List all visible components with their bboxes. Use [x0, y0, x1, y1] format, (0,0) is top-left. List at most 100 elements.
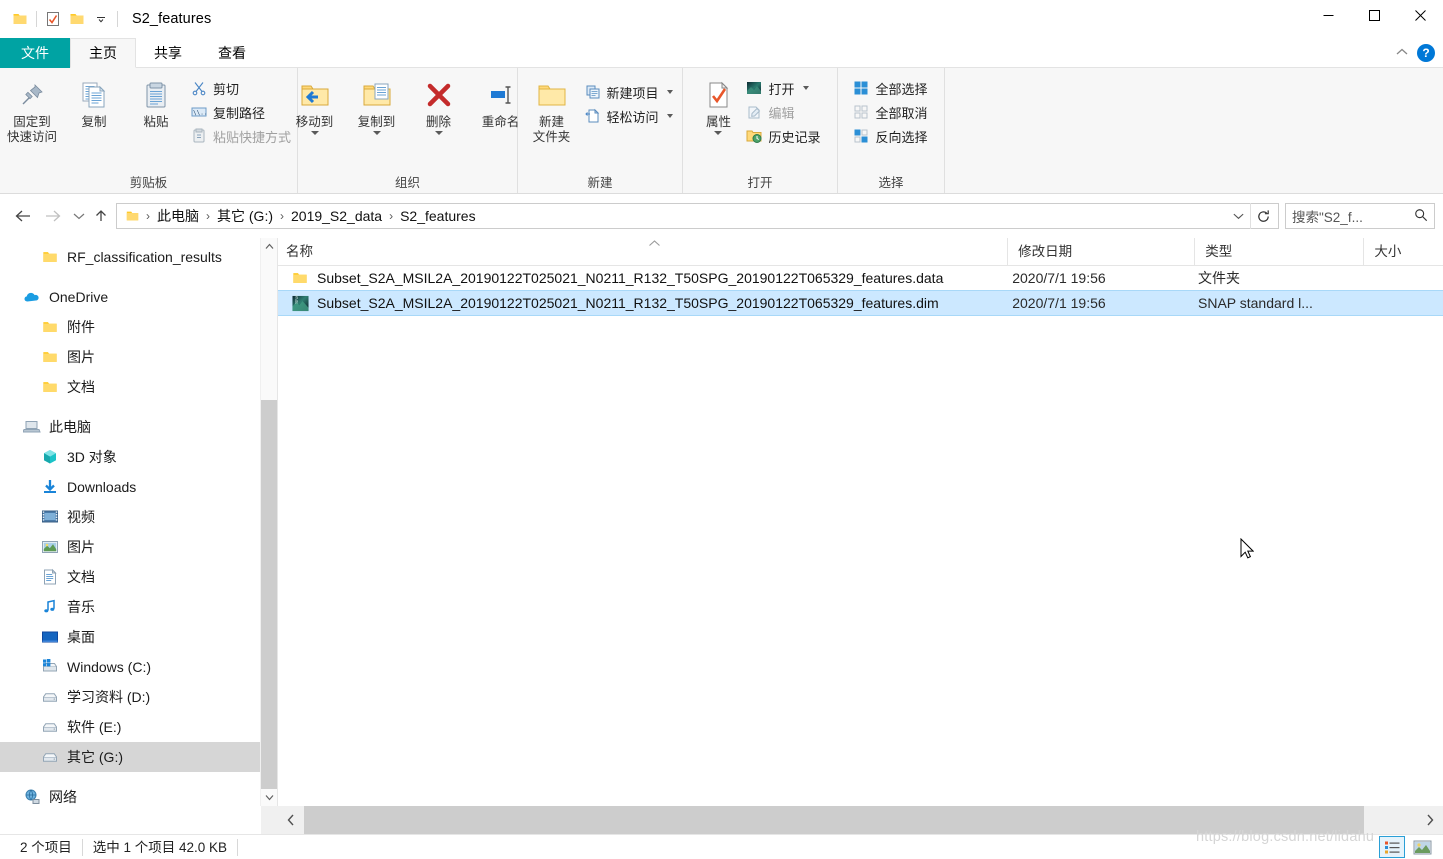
sidebar-item-[interactable]: 视频 [0, 502, 277, 532]
breadcrumb-item-this-pc[interactable]: 此电脑 [152, 205, 204, 227]
new-item-caret-icon[interactable] [666, 90, 673, 94]
file-name-cell[interactable]: Subset_S2A_MSIL2A_20190122T025021_N0211_… [278, 266, 1010, 290]
column-header-name[interactable]: 名称 [278, 238, 1007, 266]
delete-caret-icon[interactable] [434, 131, 443, 135]
copy-to-button[interactable]: 复制到 [346, 74, 408, 139]
scrollbar-corner [261, 806, 278, 834]
forward-button[interactable] [38, 201, 68, 231]
column-header-type[interactable]: 类型 [1194, 238, 1363, 266]
paste-button[interactable]: 粘贴 [125, 74, 187, 134]
breadcrumb-item-s2-features[interactable]: S2_features [395, 205, 481, 227]
sidebar-item-[interactable]: 此电脑 [0, 412, 277, 442]
videos-icon [40, 507, 60, 527]
sidebar-item-[interactable]: 附件 [0, 312, 277, 342]
sidebar-item-label: 学习资料 (D:) [67, 689, 151, 705]
sidebar-item-[interactable]: 图片 [0, 532, 277, 562]
edit-button[interactable]: 编辑 [742, 100, 825, 124]
move-to-button[interactable]: 移动到 [284, 74, 346, 139]
sidebar-item-[interactable]: 文档 [0, 562, 277, 592]
sidebar-item-downloads[interactable]: Downloads [0, 472, 277, 502]
divider [36, 11, 37, 27]
sidebar-item-[interactable]: 桌面 [0, 622, 277, 652]
history-button[interactable]: 历史记录 [742, 124, 825, 148]
copy-button[interactable]: 复制 [63, 74, 125, 134]
cut-button[interactable]: 剪切 [187, 76, 296, 100]
breadcrumb-item-drive-g[interactable]: 其它 (G:) [212, 205, 278, 227]
scrollbar-thumb[interactable] [261, 400, 277, 789]
address-dropdown-chevron-icon[interactable] [1226, 204, 1250, 228]
table-row[interactable]: SNAP Subset_S2A_MSIL2A_20190122T025021_N0… [278, 290, 1443, 316]
select-all-button[interactable]: 全部选择 [849, 76, 932, 100]
sidebar-item-3d[interactable]: 3D 对象 [0, 442, 277, 472]
tab-home[interactable]: 主页 [70, 38, 136, 68]
new-item-button[interactable]: 新建项目 [581, 80, 678, 104]
navigation-pane-scrollbar[interactable] [260, 238, 277, 806]
recent-locations-button[interactable] [68, 201, 90, 231]
sidebar-item-g[interactable]: 其它 (G:) [0, 742, 277, 772]
easy-access-button[interactable]: 轻松访问 [581, 104, 678, 128]
scroll-right-arrow-icon[interactable] [1417, 806, 1443, 834]
file-name-text: Subset_S2A_MSIL2A_20190122T025021_N0211_… [317, 295, 939, 311]
copy-to-caret-icon[interactable] [372, 131, 381, 135]
qat-dropdown-caret-icon[interactable] [89, 6, 113, 32]
properties-caret-icon[interactable] [714, 131, 723, 135]
collapse-ribbon-button[interactable] [1395, 45, 1409, 60]
folder-icon[interactable] [8, 6, 32, 32]
open-button[interactable]: 打开 [742, 76, 825, 100]
pin-to-quick-access-button[interactable]: 固定到 快速访问 [1, 74, 63, 149]
large-icons-view-button[interactable] [1409, 836, 1435, 858]
properties-check-icon[interactable] [41, 6, 65, 32]
select-all-icon [852, 79, 870, 97]
scroll-up-arrow-icon[interactable] [261, 238, 277, 255]
file-size-cell [1364, 291, 1443, 315]
table-row[interactable]: Subset_S2A_MSIL2A_20190122T025021_N0211_… [278, 266, 1443, 290]
sidebar-item-d[interactable]: 学习资料 (D:) [0, 682, 277, 712]
select-none-button[interactable]: 全部取消 [849, 100, 932, 124]
open-caret-icon[interactable] [802, 86, 809, 90]
file-name-cell[interactable]: SNAP Subset_S2A_MSIL2A_20190122T025021_N0… [278, 291, 1010, 315]
column-header-size[interactable]: 大小 [1363, 238, 1443, 266]
new-folder-icon[interactable] [65, 6, 89, 32]
tab-file[interactable]: 文件 [0, 38, 70, 68]
breadcrumb-item-2019-s2-data[interactable]: 2019_S2_data [286, 205, 387, 227]
sidebar-item-label: 文档 [67, 379, 95, 395]
sidebar-item-[interactable]: 文档 [0, 372, 277, 402]
paste-shortcut-button[interactable]: 粘贴快捷方式 [187, 124, 296, 148]
paste-icon [141, 78, 171, 112]
invert-selection-button[interactable]: 反向选择 [849, 124, 932, 148]
easy-access-icon [584, 107, 602, 125]
maximize-button[interactable] [1351, 0, 1397, 30]
sidebar-item-e[interactable]: 软件 (E:) [0, 712, 277, 742]
easy-access-caret-icon[interactable] [666, 114, 673, 118]
breadcrumb[interactable]: › 此电脑 › 其它 (G:) › 2019_S2_data › S2_feat… [116, 203, 1279, 229]
back-button[interactable] [8, 201, 38, 231]
history-icon [745, 127, 763, 145]
column-header-date[interactable]: 修改日期 [1007, 238, 1194, 266]
copy-path-button[interactable]: \\.. 复制路径 [187, 100, 296, 124]
new-folder-button[interactable]: 新建 文件夹 [523, 74, 581, 149]
close-button[interactable] [1397, 0, 1443, 30]
sidebar-item-[interactable]: 网络 [0, 782, 277, 806]
details-view-button[interactable] [1379, 836, 1405, 858]
scroll-down-arrow-icon[interactable] [261, 789, 277, 806]
delete-button[interactable]: 删除 [408, 74, 470, 139]
sidebar-item-[interactable]: 图片 [0, 342, 277, 372]
scroll-left-arrow-icon[interactable] [278, 806, 304, 834]
search-icon[interactable] [1414, 208, 1428, 225]
tab-view[interactable]: 查看 [200, 38, 264, 68]
move-to-icon [300, 78, 330, 112]
move-to-caret-icon[interactable] [310, 131, 319, 135]
sidebar-item-rf-classification-results[interactable]: RF_classification_results [0, 242, 277, 272]
tab-share[interactable]: 共享 [136, 38, 200, 68]
up-one-level-button[interactable] [90, 201, 112, 231]
new-item-icon [584, 83, 602, 101]
sidebar-item-[interactable]: 音乐 [0, 592, 277, 622]
sidebar-item-onedrive[interactable]: OneDrive [0, 282, 277, 312]
help-button[interactable]: ? [1417, 43, 1435, 62]
refresh-button[interactable] [1250, 203, 1276, 229]
minimize-button[interactable] [1305, 0, 1351, 30]
file-date-cell: 2020/7/1 19:56 [1012, 270, 1106, 286]
sidebar-item-windows-c[interactable]: Windows (C:) [0, 652, 277, 682]
properties-button[interactable]: 属性 [694, 74, 742, 139]
search-input[interactable]: 搜索"S2_f... [1285, 203, 1435, 229]
